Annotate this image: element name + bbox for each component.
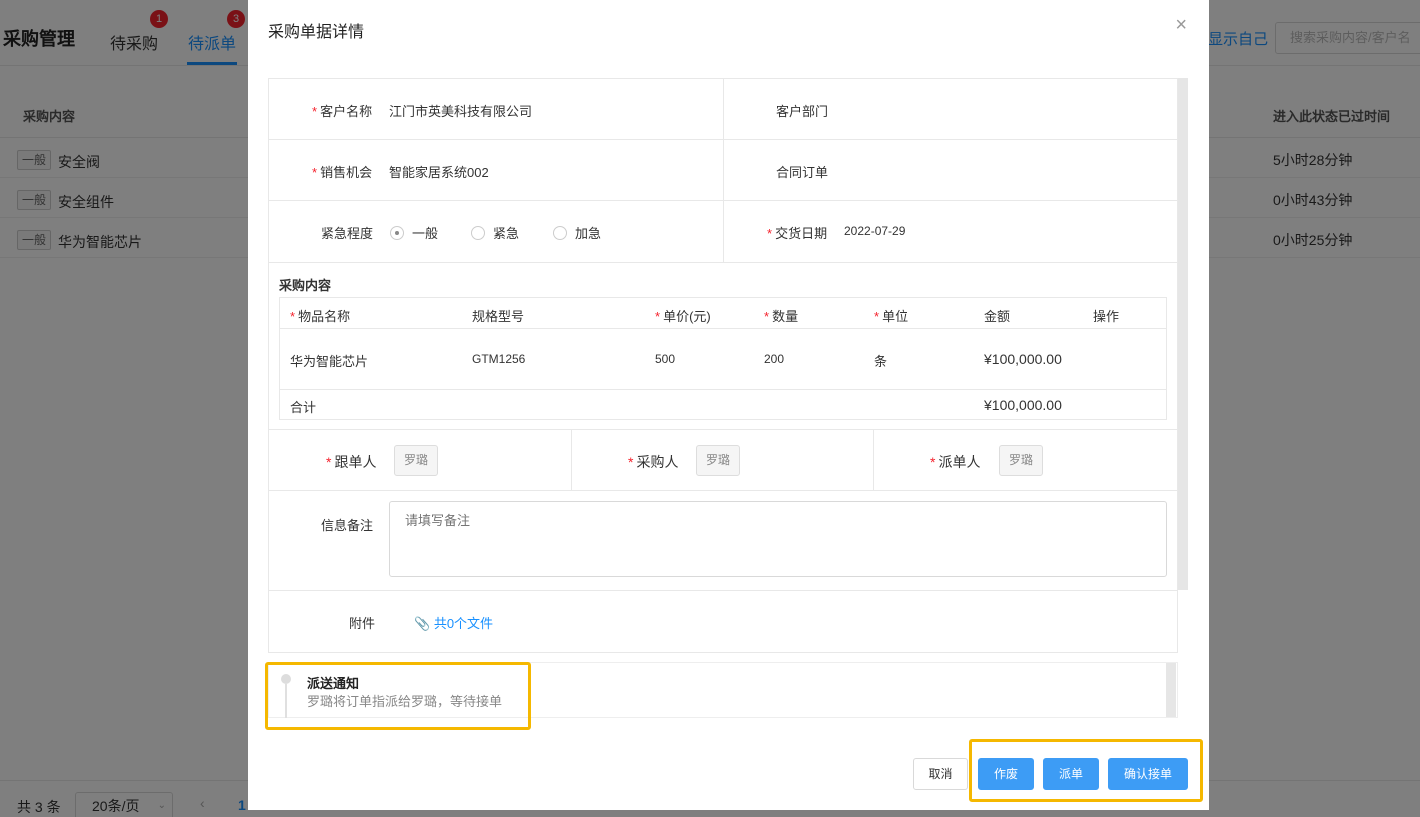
radio-dot (471, 225, 485, 240)
item-qty[interactable]: 200 (764, 352, 784, 366)
purchaser-label: * 采购人 (628, 454, 679, 470)
total-label: 合计 (290, 400, 317, 415)
item-amount: ¥100,000.00 (984, 351, 1062, 367)
col-price: * 单价(元) (655, 309, 711, 324)
radio-dot (553, 225, 567, 240)
delivery-date-value[interactable]: 2022-07-29 (844, 224, 905, 238)
radio-dot (390, 225, 404, 240)
dispatcher-label: * 派单人 (930, 454, 981, 470)
items-table: * 物品名称 规格型号 * 单价(元) * 数量 * 单位 金额 操作 华为智能芯片 G… (279, 297, 1167, 420)
col-unit: * 单位 (874, 309, 909, 324)
dispatcher-cell: * 派单人 罗璐 (873, 430, 1179, 490)
form-row: * 客户名称 江门市英美科技有限公司 客户部门 (269, 79, 1177, 140)
purchase-detail-modal: 采购单据详情 × * 客户名称 江门市英美科技有限公司 客户部门 * 销售机会 智能… (248, 0, 1209, 810)
contract-cell: 合同订单 (723, 140, 1179, 200)
col-action: 操作 (1093, 309, 1120, 324)
form-row: 紧急程度 一般 紧急 加急 * 交货日期 2022-07-29 (269, 201, 1177, 263)
opportunity-cell: * 销售机会 智能家居系统002 (269, 140, 723, 200)
department-label: 客户部门 (776, 104, 829, 119)
detail-form: * 客户名称 江门市英美科技有限公司 客户部门 * 销售机会 智能家居系统002 合… (268, 78, 1178, 653)
paperclip-icon: 📎 (414, 616, 431, 631)
urgency-radio-normal[interactable]: 一般 (390, 223, 438, 242)
table-row: 华为智能芯片 GTM1256 500 200 条 ¥100,000.00 (280, 329, 1166, 390)
delivery-label: * 交货日期 (767, 226, 828, 241)
notice-scrollbar[interactable] (1166, 663, 1176, 717)
remark-textarea[interactable] (389, 501, 1167, 577)
form-scrollbar[interactable] (1178, 78, 1188, 590)
urgency-radio-critical[interactable]: 加急 (553, 223, 601, 242)
purchase-section-title: 采购内容 (279, 278, 332, 293)
buttons-highlight (969, 739, 1203, 802)
col-name: * 物品名称 (290, 309, 351, 324)
col-amount: 金额 (984, 309, 1011, 324)
opportunity-value[interactable]: 智能家居系统002 (389, 162, 489, 181)
follower-value: 罗璐 (394, 445, 439, 476)
delivery-cell: * 交货日期 2022-07-29 (723, 201, 1179, 262)
dispatcher-value: 罗璐 (999, 445, 1044, 476)
items-total-row: 合计 ¥100,000.00 (280, 390, 1166, 419)
purchase-section: 采购内容 * 物品名称 规格型号 * 单价(元) * 数量 * 单位 金额 操作 华为智… (269, 263, 1177, 430)
form-row: * 跟单人 罗璐 * 采购人 罗璐 * 派单人 罗璐 (269, 430, 1177, 491)
department-cell: 客户部门 (723, 79, 1179, 139)
contract-label: 合同订单 (776, 165, 829, 180)
total-amount: ¥100,000.00 (984, 397, 1062, 413)
form-row: 信息备注 (269, 491, 1177, 591)
col-spec: 规格型号 (472, 309, 525, 324)
items-table-header: * 物品名称 规格型号 * 单价(元) * 数量 * 单位 金额 操作 (280, 298, 1166, 329)
cancel-button[interactable]: 取消 (913, 758, 968, 790)
col-qty: * 数量 (764, 309, 799, 324)
item-unit[interactable]: 条 (874, 351, 887, 370)
purchaser-cell: * 采购人 罗璐 (571, 430, 873, 490)
notice-highlight (265, 662, 531, 730)
form-row: * 销售机会 智能家居系统002 合同订单 (269, 140, 1177, 201)
item-name[interactable]: 华为智能芯片 (290, 351, 368, 370)
urgency-cell: 紧急程度 一般 紧急 加急 (269, 201, 723, 262)
remark-label: 信息备注 (321, 518, 374, 533)
item-spec[interactable]: GTM1256 (472, 352, 525, 366)
modal-title: 采购单据详情 (268, 24, 365, 41)
form-row: 附件 📎 共0个文件 (269, 591, 1177, 652)
urgency-radio-urgent[interactable]: 紧急 (471, 223, 519, 242)
customer-cell: * 客户名称 江门市英美科技有限公司 (269, 79, 723, 139)
customer-label: * 客户名称 (312, 104, 373, 119)
close-icon[interactable]: × (1175, 14, 1187, 37)
opportunity-label: * 销售机会 (312, 165, 373, 180)
follower-label: * 跟单人 (326, 454, 377, 470)
purchaser-value: 罗璐 (696, 445, 741, 476)
attachment-label: 附件 (349, 616, 376, 631)
attachment-link[interactable]: 📎 共0个文件 (414, 613, 493, 632)
follower-cell: * 跟单人 罗璐 (269, 430, 571, 490)
customer-value[interactable]: 江门市英美科技有限公司 (389, 101, 532, 120)
item-price[interactable]: 500 (655, 352, 675, 366)
urgency-label: 紧急程度 (321, 226, 374, 241)
